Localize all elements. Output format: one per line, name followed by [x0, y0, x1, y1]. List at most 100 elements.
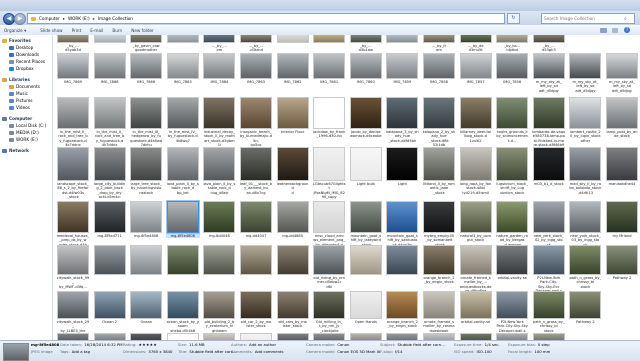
- file-thumbnail-tile[interactable]: [239, 245, 273, 293]
- file-thumbnail-tile[interactable]: IMG_7856: [495, 53, 529, 97]
- file-thumbnail-tile[interactable]: path_n_grass_by_ chrissy_bi stock: [532, 291, 566, 337]
- file-thumbnail-tile[interactable]: mg-8f5e4808: [165, 201, 200, 251]
- sidebar-item-media-d[interactable]: MEDIA (D:): [9, 129, 39, 136]
- address-box[interactable]: Computer ▸ WORK (E:) ▸ Image Collection: [27, 13, 505, 24]
- print-button[interactable]: Print: [72, 28, 82, 33]
- file-thumbnail-tile[interactable]: [385, 333, 419, 340]
- file-thumbnail-tile[interactable]: IMG_7862: [276, 53, 310, 97]
- search-box[interactable]: ⌕: [541, 13, 635, 24]
- file-thumbnail-tile[interactable]: in_the_mist_II_ rock_and_tree_b y_fugues…: [93, 97, 127, 147]
- breadcrumb-folder[interactable]: Image Collection: [98, 16, 133, 21]
- file-thumbnail-tile[interactable]: jacob_by_denise womack-d6ceobe: [349, 97, 383, 147]
- file-thumbnail-tile[interactable]: natural3_by_com put_stock: [459, 201, 493, 251]
- file-thumbnail-tile[interactable]: [166, 333, 200, 340]
- file-thumbnail-tile[interactable]: [459, 333, 493, 340]
- file-thumbnail-tile[interactable]: knoks_grounds_il by_shimoncemen t-d...: [495, 97, 529, 147]
- file-thumbnail-tile[interactable]: Pathway 2: [568, 291, 602, 337]
- sidebar-item-work-e[interactable]: WORK (E:): [9, 136, 38, 143]
- breadcrumb-drive[interactable]: WORK (E:): [68, 16, 90, 21]
- file-thumbnail-tile[interactable]: m03_b1_d_stock: [532, 147, 566, 199]
- file-thumbnail-tile[interactable]: inorganic_beach_ by_burnedmajic-d 5n- qu…: [239, 97, 273, 147]
- file-thumbnail-tile[interactable]: IMG_7858: [422, 53, 456, 97]
- file-thumbnail-tile[interactable]: maniaokdhe44: [605, 147, 639, 199]
- new-folder-button[interactable]: New folder: [131, 28, 154, 33]
- file-thumbnail-tile[interactable]: mountain_goat_s hift_by_lakeybird _stock: [349, 201, 383, 251]
- search-input[interactable]: [542, 15, 624, 22]
- sidebar-item-desktop[interactable]: Desktop: [9, 44, 33, 51]
- sidebar-item-favorites[interactable]: Favorites: [2, 37, 31, 44]
- file-thumbnail-tile[interactable]: industrial_decay_ stock_II_by_moth art_s…: [202, 97, 236, 147]
- file-thumbnail-tile[interactable]: citywalk_stock_99_ by_MWF-d3fq...: [56, 245, 90, 293]
- file-thumbnail-tile[interactable]: [93, 245, 127, 293]
- file-thumbnail-tile[interactable]: citywalk_stock_29_ by_LLBE4_the med: [56, 291, 90, 337]
- details-field[interactable]: Authors: Add an author: [231, 342, 276, 348]
- file-thumbnail-tile[interactable]: mg-dd4885: [276, 201, 310, 251]
- file-thumbnail-tile[interactable]: Ocean: [129, 291, 163, 337]
- window-title-bar[interactable]: [0, 0, 640, 11]
- breadcrumb-separator-icon[interactable]: ▸: [93, 16, 95, 21]
- sidebar-item-videos[interactable]: Videos: [9, 104, 30, 111]
- file-thumbnail-tile[interactable]: ocean_stock_by_ysoom sheba-d5r4k8: [166, 291, 200, 337]
- file-thumbnail-tile[interactable]: lambert_castle_2 0_by_lupin_stock other: [568, 97, 602, 147]
- file-thumbnail-tile[interactable]: ornate_framed_s meller_by_... oniquestbo…: [459, 245, 493, 293]
- slide-show-button[interactable]: Slide show: [40, 28, 62, 33]
- file-thumbnail-tile[interactable]: mg-8f5e4808: [129, 201, 163, 251]
- file-thumbnail-tile[interactable]: [202, 245, 236, 293]
- file-thumbnail-tile[interactable]: IMG_7865: [166, 53, 200, 97]
- sidebar-item-local-disk-c[interactable]: Local Disk (C:): [9, 122, 46, 129]
- file-thumbnail-tile[interactable]: [349, 333, 383, 340]
- breadcrumb-separator-icon[interactable]: ▸: [63, 16, 65, 21]
- file-thumbnail-tile[interactable]: mg-dd4047: [239, 201, 273, 251]
- file-thumbnail-tile[interactable]: jackdaw_by_frank _1996-d30-hq: [312, 97, 346, 147]
- file-thumbnail-tile[interactable]: mg-8f5e4711: [93, 201, 127, 251]
- file-thumbnail-tile[interactable]: [532, 333, 566, 340]
- file-thumbnail-tile[interactable]: mybrg_empty-IB _by_somanbeit _stock: [422, 201, 456, 251]
- organize-button[interactable]: Organize ▾: [4, 28, 26, 33]
- file-thumbnail-tile[interactable]: long_ropa_by_fan stock-d8oi lyd219-d5ism…: [459, 147, 493, 199]
- file-thumbnail-tile[interactable]: leaf_01___stock_b y_darkest_bu an-d8x7cg: [239, 147, 273, 199]
- file-thumbnail-tile[interactable]: [495, 333, 529, 340]
- file-thumbnail-tile[interactable]: Light: [385, 147, 419, 199]
- file-thumbnail-tile[interactable]: [93, 333, 127, 340]
- file-thumbnail-tile[interactable]: mg-8d4046: [202, 201, 236, 251]
- file-thumbnail-tile[interactable]: [202, 333, 236, 340]
- sidebar-item-dropbox[interactable]: Dropbox: [9, 65, 34, 72]
- file-thumbnail-tile[interactable]: [385, 245, 419, 293]
- file-thumbnail-tile[interactable]: medieval_houses_ _prep_ds_by_w nder_stoc…: [56, 201, 90, 251]
- email-button[interactable]: E-mail: [90, 28, 103, 33]
- sidebar-item-libraries[interactable]: Libraries: [2, 76, 30, 83]
- file-thumbnail-tile[interactable]: IMG_7863: [239, 53, 273, 97]
- file-thumbnail-tile[interactable]: Light bulb: [349, 147, 383, 199]
- file-thumbnail-tile[interactable]: in_the_mist_III_ hedgerow_by_fu guestock…: [129, 97, 163, 147]
- file-thumbnail-tile[interactable]: [276, 333, 310, 340]
- file-thumbnail-tile[interactable]: large_tree_stock_ by_hauntingvisio nssto…: [129, 147, 163, 199]
- sidebar-item-recent-places[interactable]: Recent Places: [9, 58, 45, 65]
- details-field[interactable]: Comments: Add comments: [231, 349, 283, 355]
- file-thumbnail-tile[interactable]: old_building_2_b y_ecaterium_hi ghbeam: [202, 291, 236, 337]
- file-thumbnail-tile[interactable]: nature_garden_ro ad_by_bergas -d-woman: [495, 201, 529, 251]
- file-thumbnail-tile[interactable]: IMG_7861: [312, 53, 346, 97]
- view-options-icon[interactable]: [600, 27, 607, 33]
- file-thumbnail-tile[interactable]: LGbscub67Glightst JPosNigM_IMG_82 90_cop…: [312, 147, 346, 199]
- file-thumbnail-tile[interactable]: new_york_stock_ 02_by_ingg_sto ck: [532, 201, 566, 251]
- file-thumbnail-tile[interactable]: IMG_7869: [56, 53, 90, 97]
- file-thumbnail-tile[interactable]: m_my_sky_at_ left_by_sd adt_d5djqy: [605, 53, 639, 97]
- file-thumbnail-tile[interactable]: orbital-vanity-se: [459, 291, 493, 337]
- file-thumbnail-tile[interactable]: mad_sky_II_by_ro bo_bolobdo_stock -d4r8i…: [568, 147, 602, 199]
- file-thumbnail-tile[interactable]: Pathway 2: [605, 245, 639, 293]
- file-thumbnail-tile[interactable]: kalapana_2_by_sh ady_hue _stock-d8k 52i1…: [422, 97, 456, 147]
- file-thumbnail-tile[interactable]: IMG_7868: [93, 53, 127, 97]
- file-thumbnail-tile[interactable]: littland_II_by_rom antic_jade _stock: [422, 147, 456, 199]
- file-thumbnail-tile[interactable]: misc_cloud_arro ws_element_png_ by_dlbro…: [312, 201, 346, 251]
- file-thumbnail-tile[interactable]: killarney_deer-tol lbog_stock-d 1zx5l2: [459, 97, 493, 147]
- refresh-button[interactable]: ↻: [507, 13, 520, 24]
- breadcrumb-computer[interactable]: Computer: [39, 16, 60, 21]
- file-thumbnail-tile[interactable]: P2I-New-York Park-City-Sky-Sky Decaper-w…: [495, 291, 529, 337]
- sidebar-item-computer[interactable]: Computer: [2, 115, 32, 122]
- file-thumbnail-tile[interactable]: IMG_7860: [349, 53, 383, 97]
- file-thumbnail-tile[interactable]: lava_plain_II_by_s table_rock_d nug_d8ej…: [202, 147, 236, 199]
- details-field[interactable]: Rating: ★★★★★: [123, 342, 157, 348]
- file-thumbnail-tile[interactable]: Ocean 2: [93, 291, 127, 337]
- file-thumbnail-tile[interactable]: [129, 333, 163, 340]
- details-field[interactable]: Tags: Add a tag: [60, 349, 90, 355]
